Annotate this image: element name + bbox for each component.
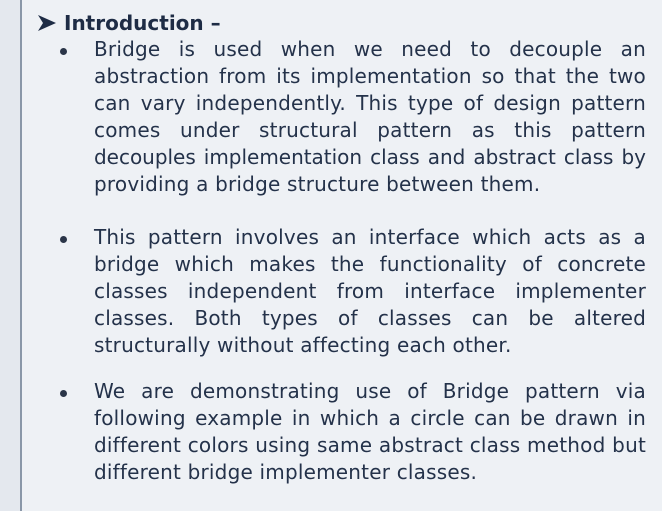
text-line: abstraction from its implementation so t… xyxy=(94,64,646,88)
text-line: Bridge is used when we need to decouple … xyxy=(94,37,646,61)
bullet-text: Bridge is used when we need to decouple … xyxy=(94,36,646,198)
text-line: classes independent from interface imple… xyxy=(94,279,646,303)
text-line: We are demonstrating use of Bridge patte… xyxy=(94,379,646,403)
text-line: comes under structural pattern as this p… xyxy=(94,118,646,142)
text-line: different bridge implementer classes. xyxy=(94,460,478,484)
arrow-bullet-icon xyxy=(36,13,58,33)
text-line: can vary independently. This type of des… xyxy=(94,91,646,115)
section-heading: Introduction – xyxy=(36,10,221,36)
text-line: providing a bridge structure between the… xyxy=(94,172,541,196)
text-line: classes. Both types of classes can be al… xyxy=(94,306,646,330)
bullet-dot xyxy=(60,236,67,243)
heading-text: Introduction – xyxy=(64,11,221,35)
bullet-text: We are demonstrating use of Bridge patte… xyxy=(94,378,646,486)
text-line: following example in which a circle can … xyxy=(94,406,646,430)
text-line: This pattern involves an interface which… xyxy=(94,225,646,249)
bullet-dot xyxy=(60,390,67,397)
slide: Introduction – Bridge is used when we ne… xyxy=(20,0,662,511)
text-line: structurally without affecting each othe… xyxy=(94,333,512,357)
text-line: different colors using same abstract cla… xyxy=(94,433,646,457)
bullet-text: This pattern involves an interface which… xyxy=(94,224,646,359)
bullet-dot xyxy=(60,48,67,55)
text-line: decouples implementation class and abstr… xyxy=(94,145,646,169)
text-line: bridge which makes the functionality of … xyxy=(94,252,646,276)
